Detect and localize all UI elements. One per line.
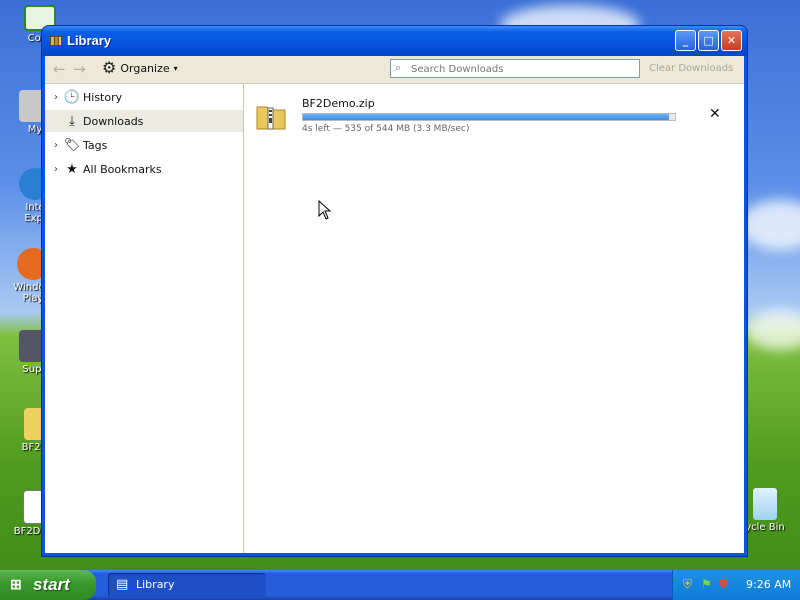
sidebar-item-label: History	[83, 90, 123, 104]
taskbar-item-label: Library	[136, 578, 175, 591]
minimize-button[interactable]: _	[675, 30, 696, 51]
download-status: 4s left — 535 of 544 MB (3.3 MB/sec)	[302, 124, 470, 134]
zip-file-icon	[256, 106, 286, 130]
download-item[interactable]: BF2Demo.zip 4s left — 535 of 544 MB (3.3…	[254, 94, 734, 134]
mouse-cursor-icon	[318, 200, 332, 220]
library-icon: ▤	[116, 577, 129, 592]
downloads-list: BF2Demo.zip 4s left — 535 of 544 MB (3.3…	[244, 84, 744, 553]
window-title: Library	[67, 33, 112, 48]
maximize-icon: □	[703, 34, 714, 47]
windows-logo-icon: ⊞	[10, 576, 22, 592]
start-label: start	[33, 575, 70, 594]
sidebar-item-downloads[interactable]: ⤓ Downloads	[45, 110, 243, 132]
close-button[interactable]: ✕	[721, 30, 742, 51]
taskbar: ⊞ start ▤ Library ⛨ ⚑ ⛊ 9:26 AM	[0, 570, 800, 600]
sidebar-item-history[interactable]: › 🕒 History	[45, 86, 243, 108]
security-shield-icon[interactable]: ⛨	[683, 577, 692, 592]
sidebar: › 🕒 History ⤓ Downloads › 🏷 Tags › ★ All…	[45, 84, 244, 553]
expand-arrow-icon[interactable]: ›	[49, 92, 63, 103]
clock-icon: 🕒	[63, 89, 81, 105]
toolbar: ← → ⚙ Organize ▾ ⌕ Clear Downloads	[45, 56, 744, 84]
minimize-icon: _	[682, 34, 689, 47]
forward-arrow-icon[interactable]: →	[73, 60, 86, 78]
cloud	[740, 200, 800, 250]
cancel-download-icon[interactable]: ✕	[709, 106, 721, 122]
organize-label: Organize	[120, 61, 170, 75]
taskbar-item-library[interactable]: ▤ Library	[108, 573, 266, 597]
start-button[interactable]: ⊞ start	[0, 570, 96, 600]
download-progress-bar	[302, 113, 676, 121]
download-icon: ⤓	[69, 113, 75, 129]
search-icon: ⌕	[395, 61, 402, 74]
clear-downloads-button[interactable]: Clear Downloads	[649, 63, 733, 74]
system-tray: ⛨ ⚑ ⛊ 9:26 AM	[672, 570, 800, 600]
clock: 9:26 AM	[746, 578, 792, 591]
recycle-bin-icon	[753, 488, 777, 520]
cloud	[745, 310, 800, 350]
tag-icon: 🏷	[63, 137, 81, 153]
network-icon[interactable]: ⚑	[701, 577, 712, 591]
close-icon: ✕	[726, 34, 737, 47]
alert-shield-icon[interactable]: ⛊	[719, 577, 728, 592]
progress-fill	[303, 114, 669, 120]
sidebar-item-tags[interactable]: › 🏷 Tags	[45, 134, 243, 156]
library-icon	[50, 36, 62, 46]
sidebar-item-label: All Bookmarks	[83, 162, 162, 176]
sidebar-item-label: Tags	[83, 138, 108, 152]
download-filename: BF2Demo.zip	[302, 97, 375, 110]
gear-icon: ⚙	[102, 58, 117, 77]
maximize-button[interactable]: □	[698, 30, 719, 51]
back-arrow-icon[interactable]: ←	[53, 60, 66, 78]
expand-arrow-icon[interactable]: ›	[49, 164, 63, 175]
expand-arrow-icon[interactable]: ›	[49, 140, 63, 151]
title-bar[interactable]: Library _ □ ✕	[42, 26, 747, 56]
window-client: ← → ⚙ Organize ▾ ⌕ Clear Downloads › 🕒 H…	[45, 56, 744, 553]
organize-button[interactable]: ⚙ Organize ▾	[102, 60, 178, 76]
dropdown-arrow-icon: ▾	[173, 63, 178, 73]
search-box[interactable]: ⌕	[390, 59, 640, 78]
search-input[interactable]	[409, 61, 638, 78]
library-window: Library _ □ ✕ ← → ⚙ Organize ▾ ⌕ Clear D…	[42, 26, 747, 556]
sidebar-item-all-bookmarks[interactable]: › ★ All Bookmarks	[45, 158, 243, 180]
star-icon: ★	[66, 161, 78, 177]
sidebar-item-label: Downloads	[83, 114, 144, 128]
